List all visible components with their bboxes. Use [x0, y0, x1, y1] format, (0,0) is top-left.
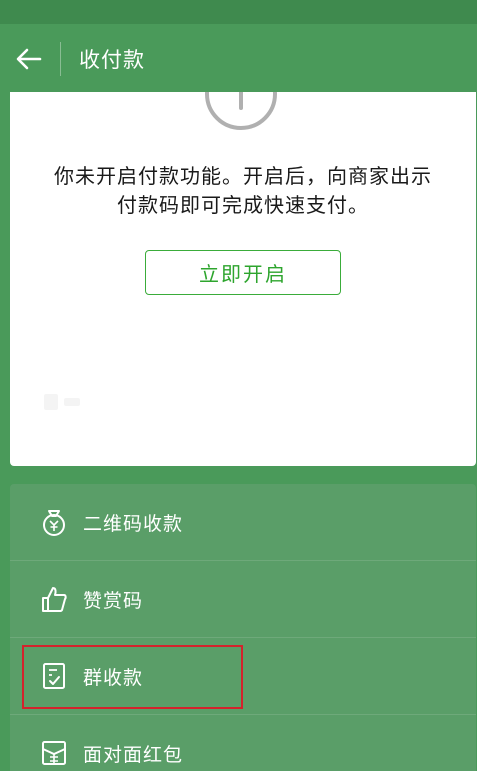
enable-now-button[interactable]: 立即开启	[145, 250, 341, 295]
menu-item-label: 面对面红包	[83, 743, 184, 766]
menu-panel: 二维码收款 赞赏码 群收款 面对面红包	[10, 484, 476, 771]
faded-placeholder-row	[42, 390, 82, 418]
red-packet-icon	[42, 741, 66, 765]
menu-item-face-to-face-red-packet[interactable]: 面对面红包	[10, 715, 476, 771]
back-arrow-icon	[16, 48, 42, 70]
message-line-1: 你未开启付款功能。开启后，向商家出示	[54, 164, 432, 188]
back-button[interactable]	[0, 24, 58, 94]
top-bar: 收付款	[0, 24, 477, 94]
payment-disabled-message: 你未开启付款功能。开启后，向商家出示 付款码即可完成快速支付。	[10, 162, 476, 220]
payment-card: 你未开启付款功能。开启后，向商家出示 付款码即可完成快速支付。 立即开启	[10, 92, 476, 466]
money-bag-icon	[43, 510, 65, 536]
page-title: 收付款	[79, 48, 145, 72]
faded-icon	[44, 394, 80, 410]
highlight-annotation	[22, 645, 243, 709]
menu-item-qr-receive[interactable]: 二维码收款	[10, 484, 476, 560]
menu-item-label: 赞赏码	[83, 589, 144, 612]
menu-item-label: 二维码收款	[83, 512, 184, 535]
thumbs-up-icon	[42, 587, 67, 612]
status-bar	[0, 0, 477, 24]
menu-item-appreciation-code[interactable]: 赞赏码	[10, 561, 476, 637]
clock-icon	[205, 92, 277, 130]
title-divider	[60, 42, 61, 76]
message-line-2: 付款码即可完成快速支付。	[117, 193, 369, 217]
